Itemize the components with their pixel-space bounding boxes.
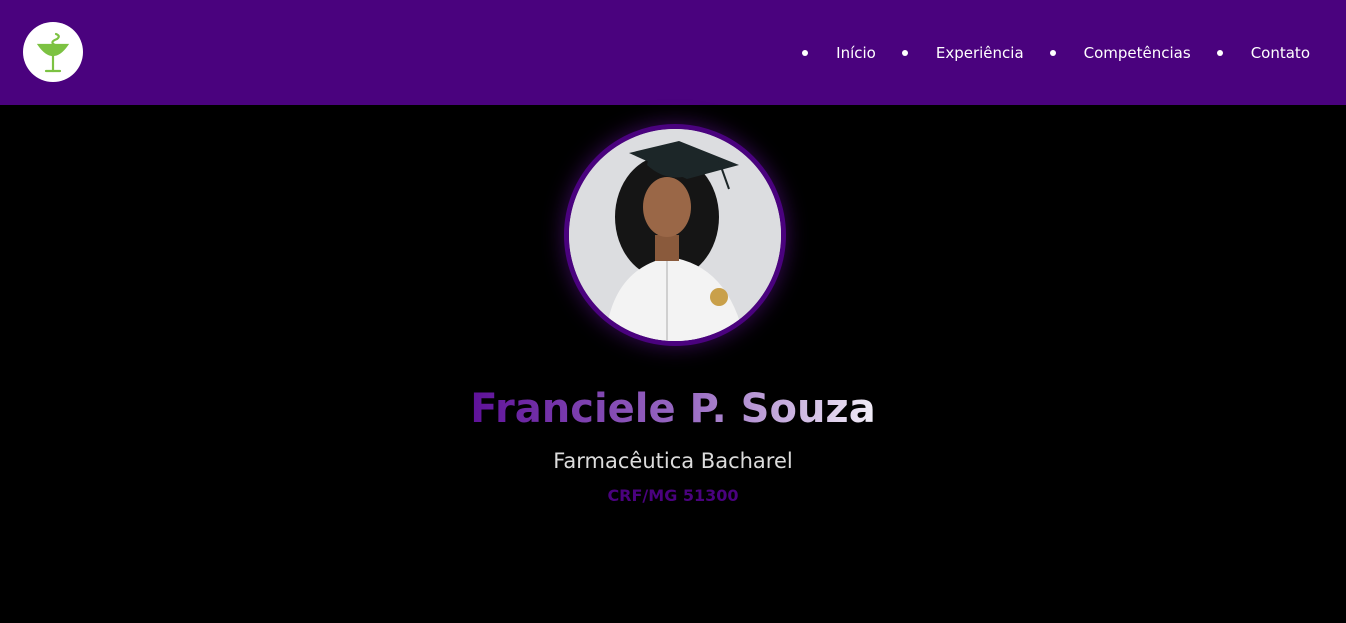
nav-label[interactable]: Contato <box>1251 44 1310 62</box>
nav-label[interactable]: Início <box>836 44 876 62</box>
nav-label[interactable]: Competências <box>1084 44 1191 62</box>
nav-item-experiencia[interactable]: Experiência <box>901 44 1024 62</box>
profile-name: Franciele P. Souza <box>0 383 1346 435</box>
nav-item-inicio[interactable]: Início <box>802 44 876 62</box>
logo[interactable] <box>23 22 83 82</box>
hero-section: Franciele P. Souza Farmacêutica Bacharel… <box>0 105 1346 623</box>
bullet-icon <box>1216 49 1223 56</box>
pharmacy-bowl-icon <box>36 32 70 73</box>
nav-item-contato[interactable]: Contato <box>1216 44 1310 62</box>
bullet-icon <box>1049 49 1056 56</box>
bullet-icon <box>901 49 908 56</box>
main-nav: Início Experiência Competências Contato <box>776 0 1310 105</box>
profile-title: Farmacêutica Bacharel <box>553 449 793 473</box>
profile-registration: CRF/MG 51300 <box>607 486 739 505</box>
profile-name-text: Franciele P. Souza <box>470 386 876 432</box>
avatar <box>564 124 786 346</box>
site-header: Início Experiência Competências Contato <box>0 0 1346 105</box>
nav-item-competencias[interactable]: Competências <box>1049 44 1191 62</box>
bullet-icon <box>802 49 809 56</box>
nav-label[interactable]: Experiência <box>936 44 1024 62</box>
profile-photo <box>569 129 781 341</box>
